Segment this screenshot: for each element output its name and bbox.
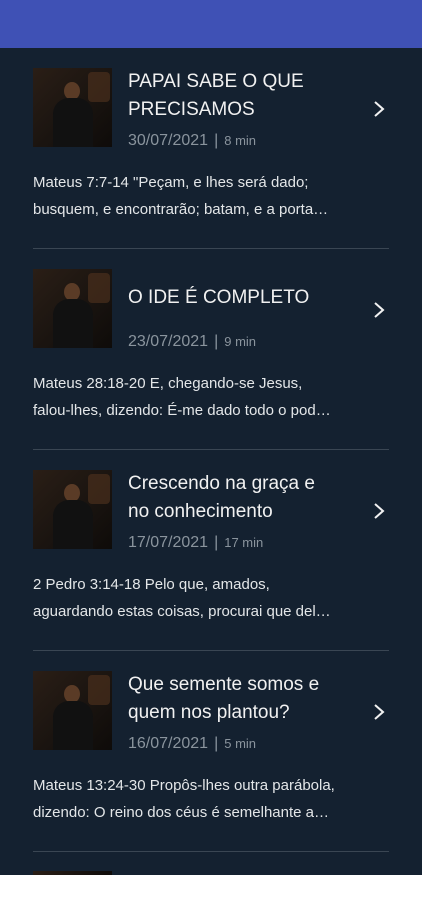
sermon-duration: 17 min — [224, 535, 264, 550]
sermon-description: Mateus 13:24-30 Propôs-lhes outra parábo… — [33, 777, 335, 821]
divider — [33, 851, 389, 852]
sermon-meta: 23/07/2021 | 9 min — [128, 333, 257, 350]
sermon-title: O IDE É COMPLETO — [128, 287, 310, 308]
sermon-meta: 17/07/2021 | 17 min — [128, 534, 264, 551]
sermon-title: PAPAI SABE O QUE PRECISAMOS — [128, 71, 304, 120]
sermon-list-item[interactable]: PAPAI SABE O QUE PRECISAMOS 30/07/2021 | 8… — [0, 48, 422, 249]
sermon-list-item[interactable]: O IDE É COMPLETO 23/07/2021 | 9 min Mateus… — [0, 249, 422, 450]
sermon-duration: 5 min — [224, 736, 257, 751]
sermon-duration: 9 min — [224, 334, 257, 349]
sermon-date: 23/07/2021 — [128, 333, 209, 350]
chevron-right-icon[interactable] — [370, 703, 388, 721]
sermon-title: Crescendo na graça e no conhecimento — [128, 473, 315, 522]
sermon-list-item[interactable]: Crescendo na graça e no conhecimento 17/… — [0, 450, 422, 651]
app-bar — [0, 0, 422, 48]
sermon-date: 16/07/2021 — [128, 735, 209, 752]
sermon-thumbnail — [33, 269, 112, 348]
sermon-description: 2 Pedro 3:14-18 Pelo que, amados, aguard… — [33, 576, 331, 620]
sermon-description: Mateus 7:7-14 "Peçam, e lhes será dado; … — [33, 174, 329, 218]
chevron-right-icon[interactable] — [370, 301, 388, 319]
sermon-thumbnail — [33, 671, 112, 750]
sermon-list: PAPAI SABE O QUE PRECISAMOS 30/07/2021 | 8… — [0, 48, 422, 875]
sermon-meta: 16/07/2021 | 5 min — [128, 735, 257, 752]
chevron-right-icon[interactable] — [370, 100, 388, 118]
sermon-date: 30/07/2021 — [128, 132, 209, 149]
sermon-thumbnail — [33, 470, 112, 549]
sermon-date: 17/07/2021 — [128, 534, 209, 551]
sermon-thumbnail — [33, 68, 112, 147]
sermon-meta: 30/07/2021 | 8 min — [128, 132, 257, 149]
chevron-right-icon[interactable] — [370, 502, 388, 520]
sermon-title: Que semente somos e quem nos plantou? — [128, 674, 320, 723]
bottom-edge — [0, 875, 422, 900]
sermon-duration: 8 min — [224, 133, 257, 148]
sermon-list-item[interactable]: Que semente somos e quem nos plantou? 16… — [0, 651, 422, 852]
sermon-description: Mateus 28:18-20 E, chegando-se Jesus, fa… — [33, 375, 331, 419]
